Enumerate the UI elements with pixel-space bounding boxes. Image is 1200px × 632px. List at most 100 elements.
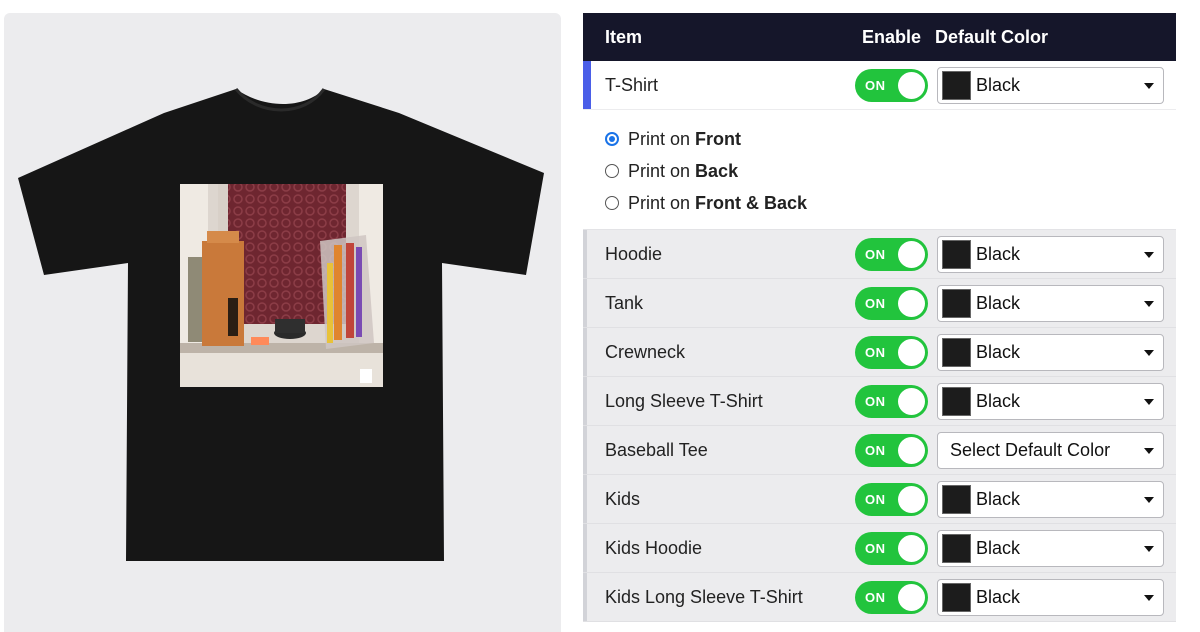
toggle-label: ON bbox=[865, 393, 886, 409]
product-preview bbox=[4, 13, 561, 632]
default-color-select[interactable]: Black bbox=[937, 529, 1164, 567]
select-value: Black bbox=[976, 292, 1021, 313]
toggle-knob bbox=[898, 534, 925, 562]
table-row-tank[interactable]: Tank ON Black bbox=[583, 279, 1176, 328]
enable-toggle[interactable]: ON bbox=[855, 68, 928, 102]
select-value: Black bbox=[976, 390, 1021, 411]
toggle-label: ON bbox=[865, 344, 886, 360]
row-label: Kids Hoodie bbox=[605, 537, 703, 558]
caret-down-icon bbox=[1144, 398, 1154, 405]
table-row-long-sleeve-tshirt[interactable]: Long Sleeve T-Shirt ON Black bbox=[583, 377, 1176, 426]
enable-toggle[interactable]: ON bbox=[855, 335, 928, 369]
toggle-knob bbox=[898, 338, 925, 366]
select-value: Black bbox=[976, 74, 1021, 95]
header-default-color: Default Color bbox=[935, 26, 1049, 47]
row-label: Baseball Tee bbox=[605, 439, 708, 460]
caret-down-icon bbox=[1144, 496, 1154, 503]
table-row-hoodie[interactable]: Hoodie ON Black bbox=[583, 230, 1176, 279]
select-value: Black bbox=[976, 537, 1021, 558]
row-accent bbox=[583, 475, 587, 523]
select-value: Black bbox=[976, 488, 1021, 509]
row-accent bbox=[583, 230, 587, 278]
table-row-kids-hoodie[interactable]: Kids Hoodie ON Black bbox=[583, 524, 1176, 573]
enable-toggle[interactable]: ON bbox=[855, 531, 928, 565]
product-settings-table: Item Enable Default Color T-Shirt ON Bla… bbox=[583, 13, 1176, 622]
row-label: Long Sleeve T-Shirt bbox=[605, 390, 763, 411]
radio-prefix: Print on bbox=[628, 160, 691, 181]
enable-toggle[interactable]: ON bbox=[855, 433, 928, 467]
color-swatch bbox=[942, 582, 971, 612]
caret-down-icon bbox=[1144, 594, 1154, 601]
row-label: Kids Long Sleeve T-Shirt bbox=[605, 586, 803, 607]
select-placeholder: Select Default Color bbox=[950, 439, 1111, 460]
caret-down-icon bbox=[1144, 300, 1154, 307]
table-row-baseball-tee[interactable]: Baseball Tee ON Select Default Color bbox=[583, 426, 1176, 475]
toggle-label: ON bbox=[865, 246, 886, 262]
active-row-accent bbox=[583, 61, 591, 109]
print-location-options: Print on Front Print on Back Print on Front… bbox=[583, 110, 1176, 230]
enable-toggle[interactable]: ON bbox=[855, 237, 928, 271]
table-row-crewneck[interactable]: Crewneck ON Black bbox=[583, 328, 1176, 377]
row-label: Hoodie bbox=[605, 243, 663, 264]
row-label: Crewneck bbox=[605, 341, 686, 362]
header-item: Item bbox=[605, 26, 643, 47]
toggle-label: ON bbox=[865, 589, 886, 605]
default-color-select[interactable]: Black bbox=[937, 284, 1164, 322]
table-row-tshirt[interactable]: T-Shirt ON Black bbox=[583, 61, 1176, 110]
radio-label: Back bbox=[695, 160, 739, 181]
radio-print-front[interactable]: Print on Front bbox=[605, 123, 1176, 155]
row-accent bbox=[583, 524, 587, 572]
select-value: Black bbox=[976, 586, 1021, 607]
color-swatch bbox=[942, 239, 971, 269]
caret-down-icon bbox=[1144, 82, 1154, 89]
toggle-knob bbox=[898, 436, 925, 464]
row-accent bbox=[583, 328, 587, 376]
toggle-label: ON bbox=[865, 295, 886, 311]
radio-print-back[interactable]: Print on Back bbox=[605, 155, 1176, 187]
radio-button[interactable] bbox=[605, 132, 619, 146]
toggle-label: ON bbox=[865, 442, 886, 458]
enable-toggle[interactable]: ON bbox=[855, 286, 928, 320]
caret-down-icon bbox=[1144, 251, 1154, 258]
row-label: T-Shirt bbox=[605, 74, 659, 95]
enable-toggle[interactable]: ON bbox=[855, 580, 928, 614]
toggle-label: ON bbox=[865, 540, 886, 556]
default-color-select[interactable]: Black bbox=[937, 578, 1164, 616]
tshirt-mockup bbox=[18, 88, 544, 561]
enable-toggle[interactable]: ON bbox=[855, 384, 928, 418]
caret-down-icon bbox=[1144, 447, 1154, 454]
select-value: Black bbox=[976, 243, 1021, 264]
default-color-select[interactable]: Black bbox=[937, 382, 1164, 420]
table-header: Item Enable Default Color bbox=[583, 13, 1176, 61]
toggle-knob bbox=[898, 387, 925, 415]
toggle-knob bbox=[898, 485, 925, 513]
default-color-select[interactable]: Black bbox=[937, 333, 1164, 371]
default-color-select[interactable]: Black bbox=[937, 480, 1164, 518]
color-swatch bbox=[942, 484, 971, 514]
color-swatch bbox=[942, 70, 971, 100]
toggle-knob bbox=[898, 289, 925, 317]
header-enable: Enable bbox=[861, 26, 922, 47]
row-accent bbox=[583, 279, 587, 327]
radio-button[interactable] bbox=[605, 196, 619, 210]
tshirt-artwork bbox=[180, 184, 383, 387]
color-swatch bbox=[942, 288, 971, 318]
radio-prefix: Print on bbox=[628, 128, 691, 149]
radio-label: Front & Back bbox=[695, 192, 808, 213]
radio-print-front-back[interactable]: Print on Front & Back bbox=[605, 187, 1176, 219]
table-row-kids-long-sleeve-tshirt[interactable]: Kids Long Sleeve T-Shirt ON Black bbox=[583, 573, 1176, 622]
default-color-select[interactable]: Select Default Color bbox=[937, 431, 1164, 469]
radio-label: Front bbox=[695, 128, 742, 149]
radio-button[interactable] bbox=[605, 164, 619, 178]
row-label: Tank bbox=[605, 292, 644, 313]
enable-toggle[interactable]: ON bbox=[855, 482, 928, 516]
row-accent bbox=[583, 377, 587, 425]
default-color-select[interactable]: Black bbox=[937, 235, 1164, 273]
default-color-select[interactable]: Black bbox=[937, 66, 1164, 104]
table-row-kids[interactable]: Kids ON Black bbox=[583, 475, 1176, 524]
row-accent bbox=[583, 426, 587, 474]
row-accent bbox=[583, 573, 587, 621]
color-swatch bbox=[942, 533, 971, 563]
caret-down-icon bbox=[1144, 545, 1154, 552]
toggle-label: ON bbox=[865, 77, 886, 93]
